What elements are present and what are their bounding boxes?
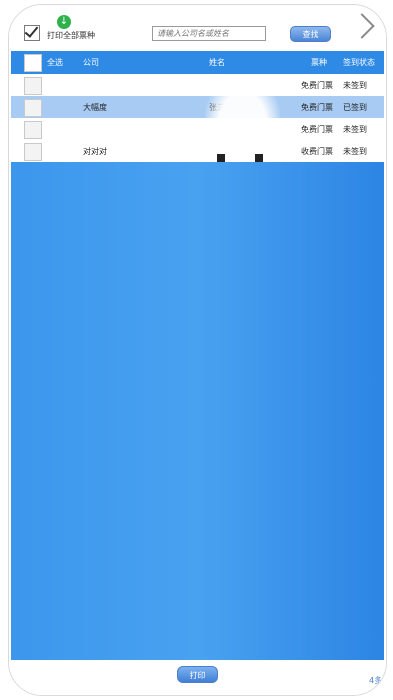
cell-ticket-type: 免费门票	[301, 103, 333, 112]
cell-ticket-type: 收费门票	[301, 147, 333, 156]
cell-company: 大幅度	[83, 103, 107, 112]
row-checkbox[interactable]	[24, 99, 42, 117]
search-button[interactable]: 查找	[290, 26, 331, 42]
column-checkin-status: 签到状态	[343, 58, 375, 67]
chevron-right-icon[interactable]	[349, 13, 375, 39]
column-name: 姓名	[209, 58, 225, 67]
list-background	[11, 162, 384, 660]
row-checkbox[interactable]	[24, 143, 42, 161]
cell-company: 对对对	[83, 147, 107, 156]
print-all-label: 打印全部票种	[47, 31, 95, 40]
table-row[interactable]: 免费门票 未签到	[11, 74, 384, 96]
table-row[interactable]: 对对对 收费门票 未签到	[11, 140, 384, 162]
redaction-block	[217, 154, 225, 162]
check-icon	[24, 23, 39, 38]
download-icon[interactable]: ↓	[57, 15, 71, 29]
row-checkbox[interactable]	[24, 77, 42, 95]
cell-status: 未签到	[343, 125, 367, 134]
column-ticket-type: 票种	[311, 58, 327, 67]
footer-bar: 打印 4多	[9, 660, 386, 695]
cell-status: 未签到	[343, 81, 367, 90]
cell-status: 已签到	[343, 103, 367, 112]
page-indicator: 4多	[369, 676, 383, 685]
table-row[interactable]: 大幅度 张三 免费门票 已签到	[11, 96, 384, 118]
table-row[interactable]: 免费门票 未签到	[11, 118, 384, 140]
column-company: 公司	[83, 58, 99, 67]
select-all-label[interactable]: 全选	[47, 57, 63, 68]
table-header: 全选 公司 姓名 票种 签到状态	[11, 51, 384, 74]
search-input[interactable]	[152, 26, 266, 41]
row-checkbox[interactable]	[24, 121, 42, 139]
toolbar: ↓ 打印全部票种 查找	[9, 5, 386, 50]
device-frame: ↓ 打印全部票种 查找 全选 公司 姓名 票种 签到状态 免费门票 未签到 大幅…	[8, 4, 387, 696]
cell-ticket-type: 免费门票	[301, 125, 333, 134]
cell-status: 未签到	[343, 147, 367, 156]
print-button[interactable]: 打印	[177, 666, 218, 683]
redaction-block	[255, 154, 263, 162]
table-body: 免费门票 未签到 大幅度 张三 免费门票 已签到 免费门票 未签到 对对对 收费…	[11, 74, 384, 162]
select-all-checkbox[interactable]	[24, 54, 42, 72]
print-all-checkbox[interactable]	[24, 23, 40, 41]
cell-ticket-type: 免费门票	[301, 81, 333, 90]
